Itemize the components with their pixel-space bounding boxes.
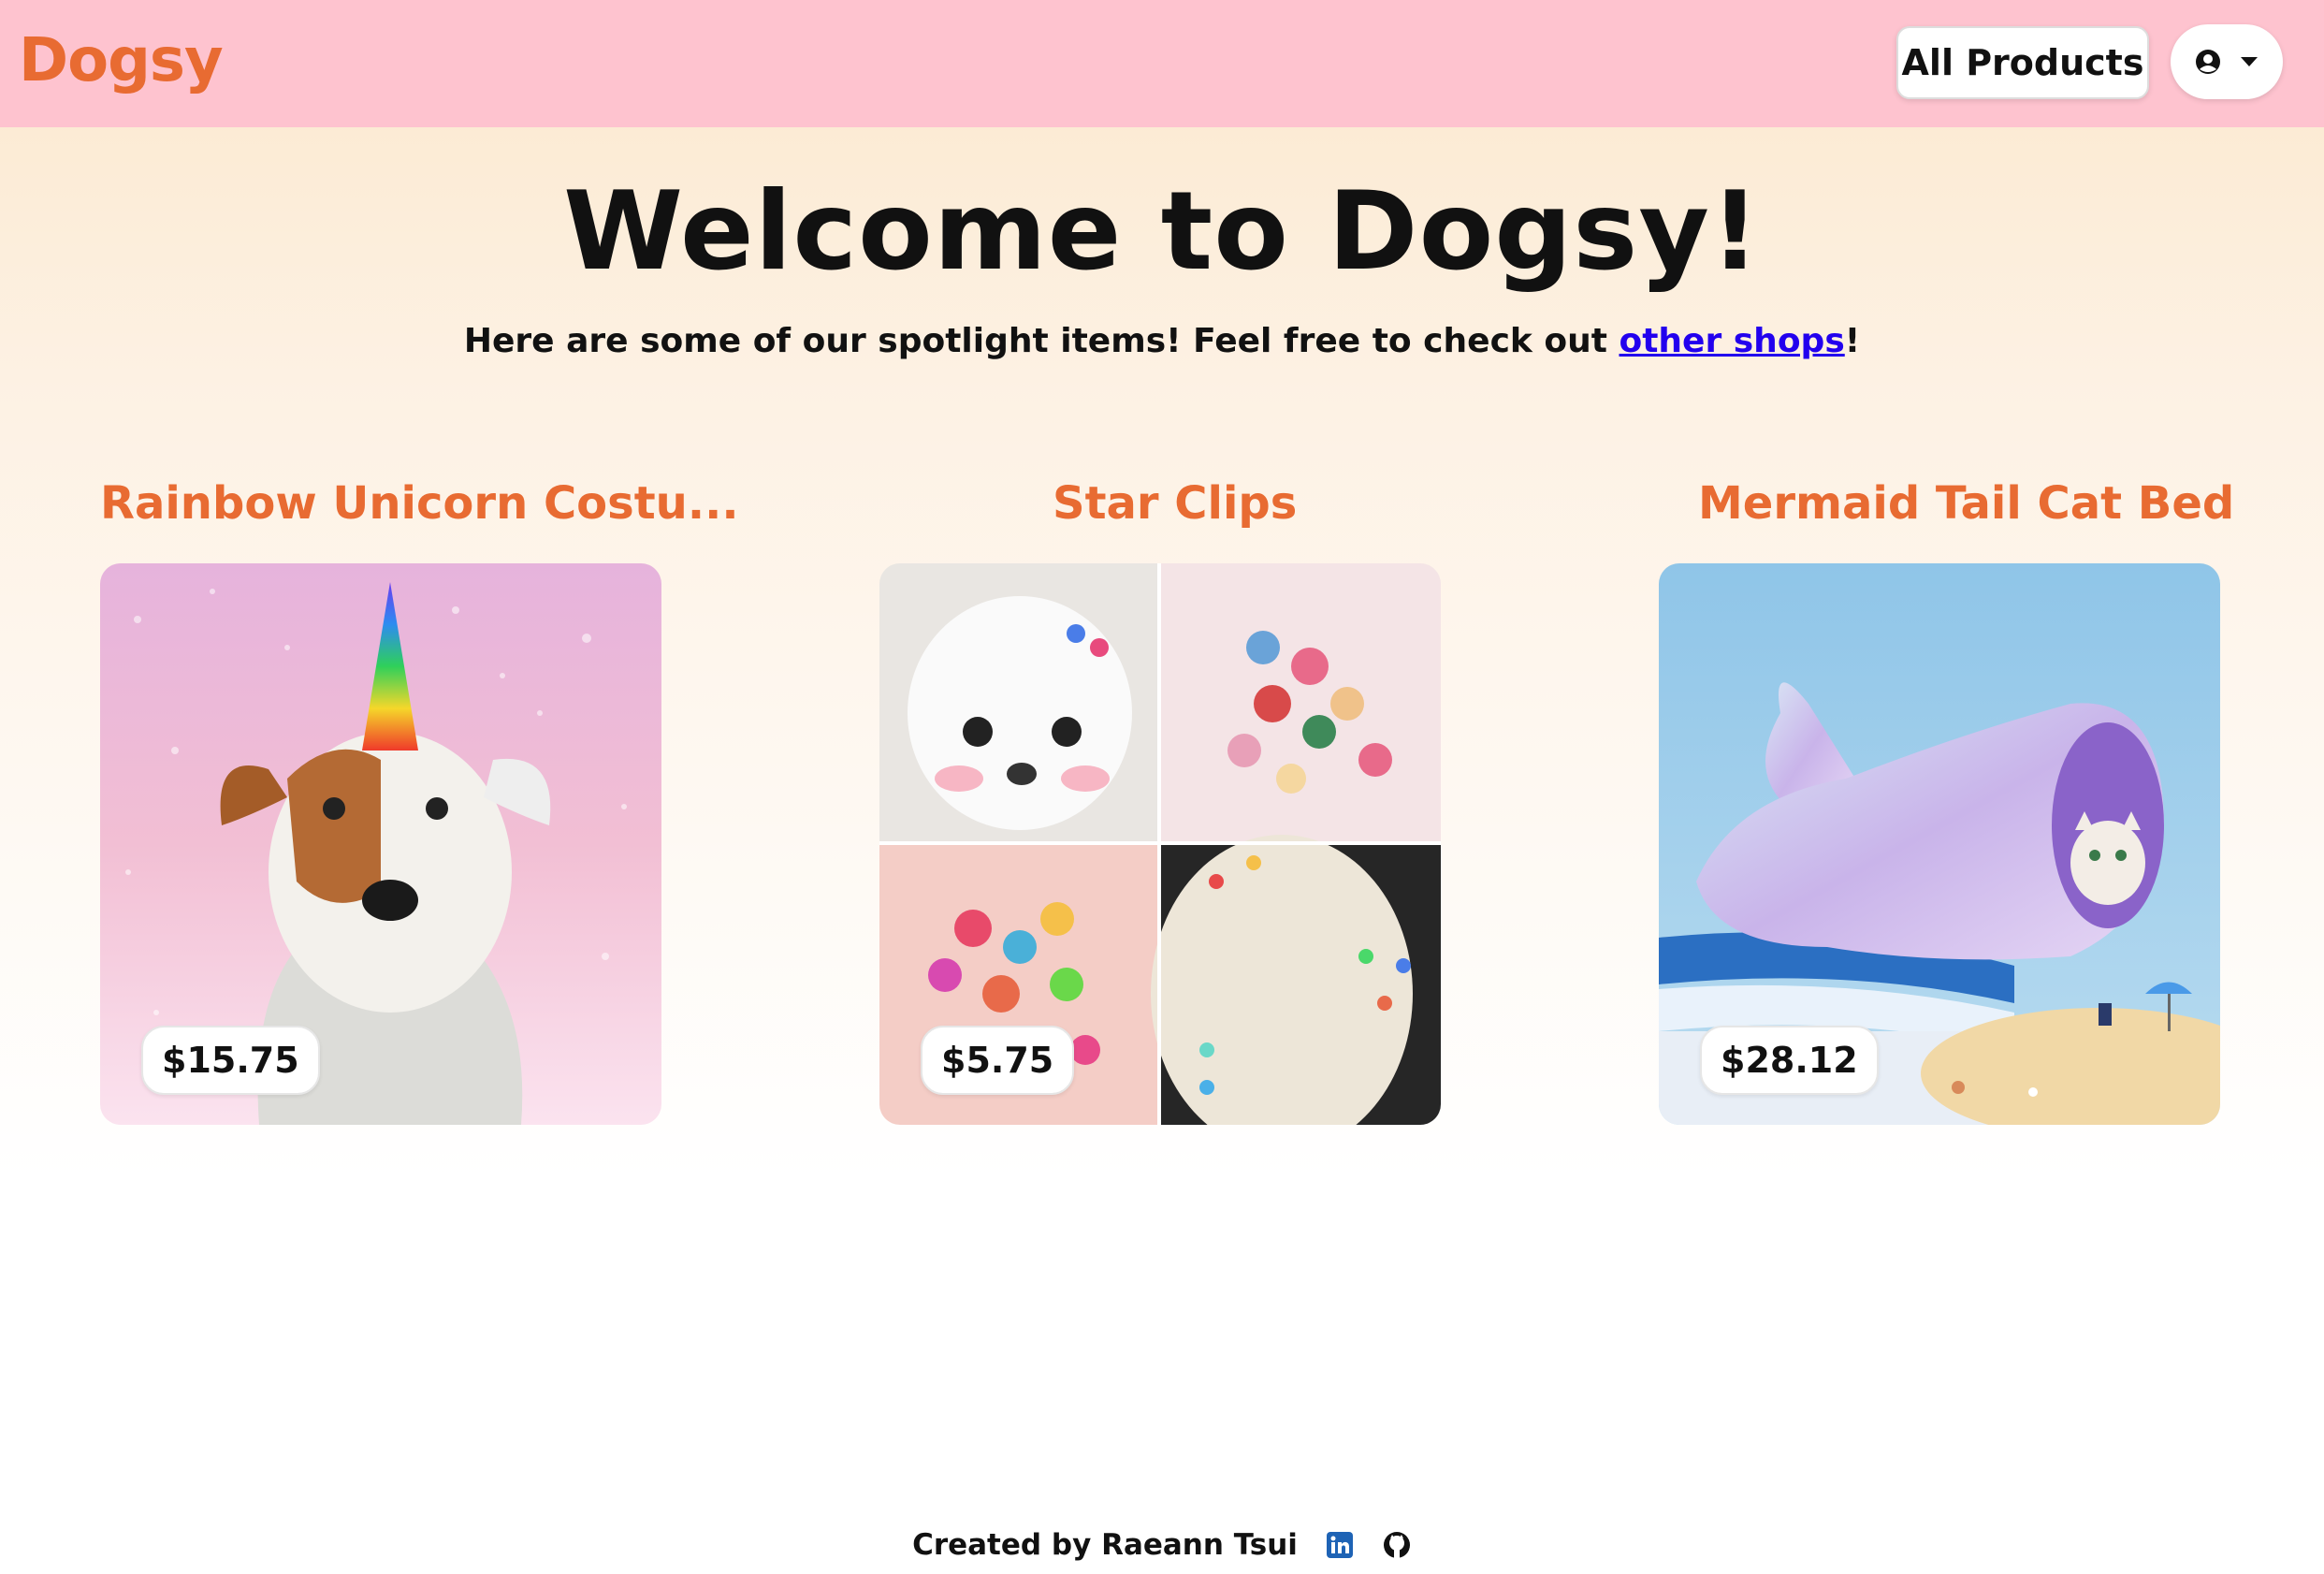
product-card-mermaid-bed[interactable]: $28.12: [1659, 563, 2220, 1125]
product-title[interactable]: Star Clips: [1053, 477, 1297, 530]
hero-subtitle-text: Here are some of our spotlight items! Fe…: [463, 322, 1620, 360]
product-title[interactable]: Rainbow Unicorn Costu...: [100, 477, 739, 530]
footer-credit: Created by Raeann Tsui: [912, 1528, 1298, 1562]
chevron-down-icon: [2240, 56, 2259, 67]
github-icon[interactable]: [1382, 1530, 1412, 1560]
footer: Created by Raeann Tsui: [0, 1522, 2324, 1568]
linkedin-icon[interactable]: [1326, 1531, 1354, 1559]
user-menu-button[interactable]: [2171, 24, 2283, 99]
hero-subtitle-suffix: !: [1844, 322, 1861, 360]
price-badge: $15.75: [141, 1026, 320, 1095]
hero-subtitle: Here are some of our spotlight items! Fe…: [0, 322, 2324, 360]
price-badge: $5.75: [921, 1026, 1075, 1095]
user-circle-icon: [2195, 49, 2221, 75]
product-title[interactable]: Mermaid Tail Cat Bed: [1698, 477, 2234, 530]
product-card-star-clips[interactable]: $5.75: [879, 563, 1441, 1125]
other-shops-link[interactable]: other shops: [1619, 322, 1844, 360]
all-products-button[interactable]: All Products: [1896, 26, 2149, 99]
price-badge: $28.12: [1700, 1026, 1879, 1095]
brand-logo[interactable]: Dogsy: [19, 26, 224, 95]
product-card-unicorn[interactable]: $15.75: [100, 563, 661, 1125]
page-title: Welcome to Dogsy!: [563, 168, 1761, 295]
navbar: Dogsy All Products: [0, 0, 2324, 127]
